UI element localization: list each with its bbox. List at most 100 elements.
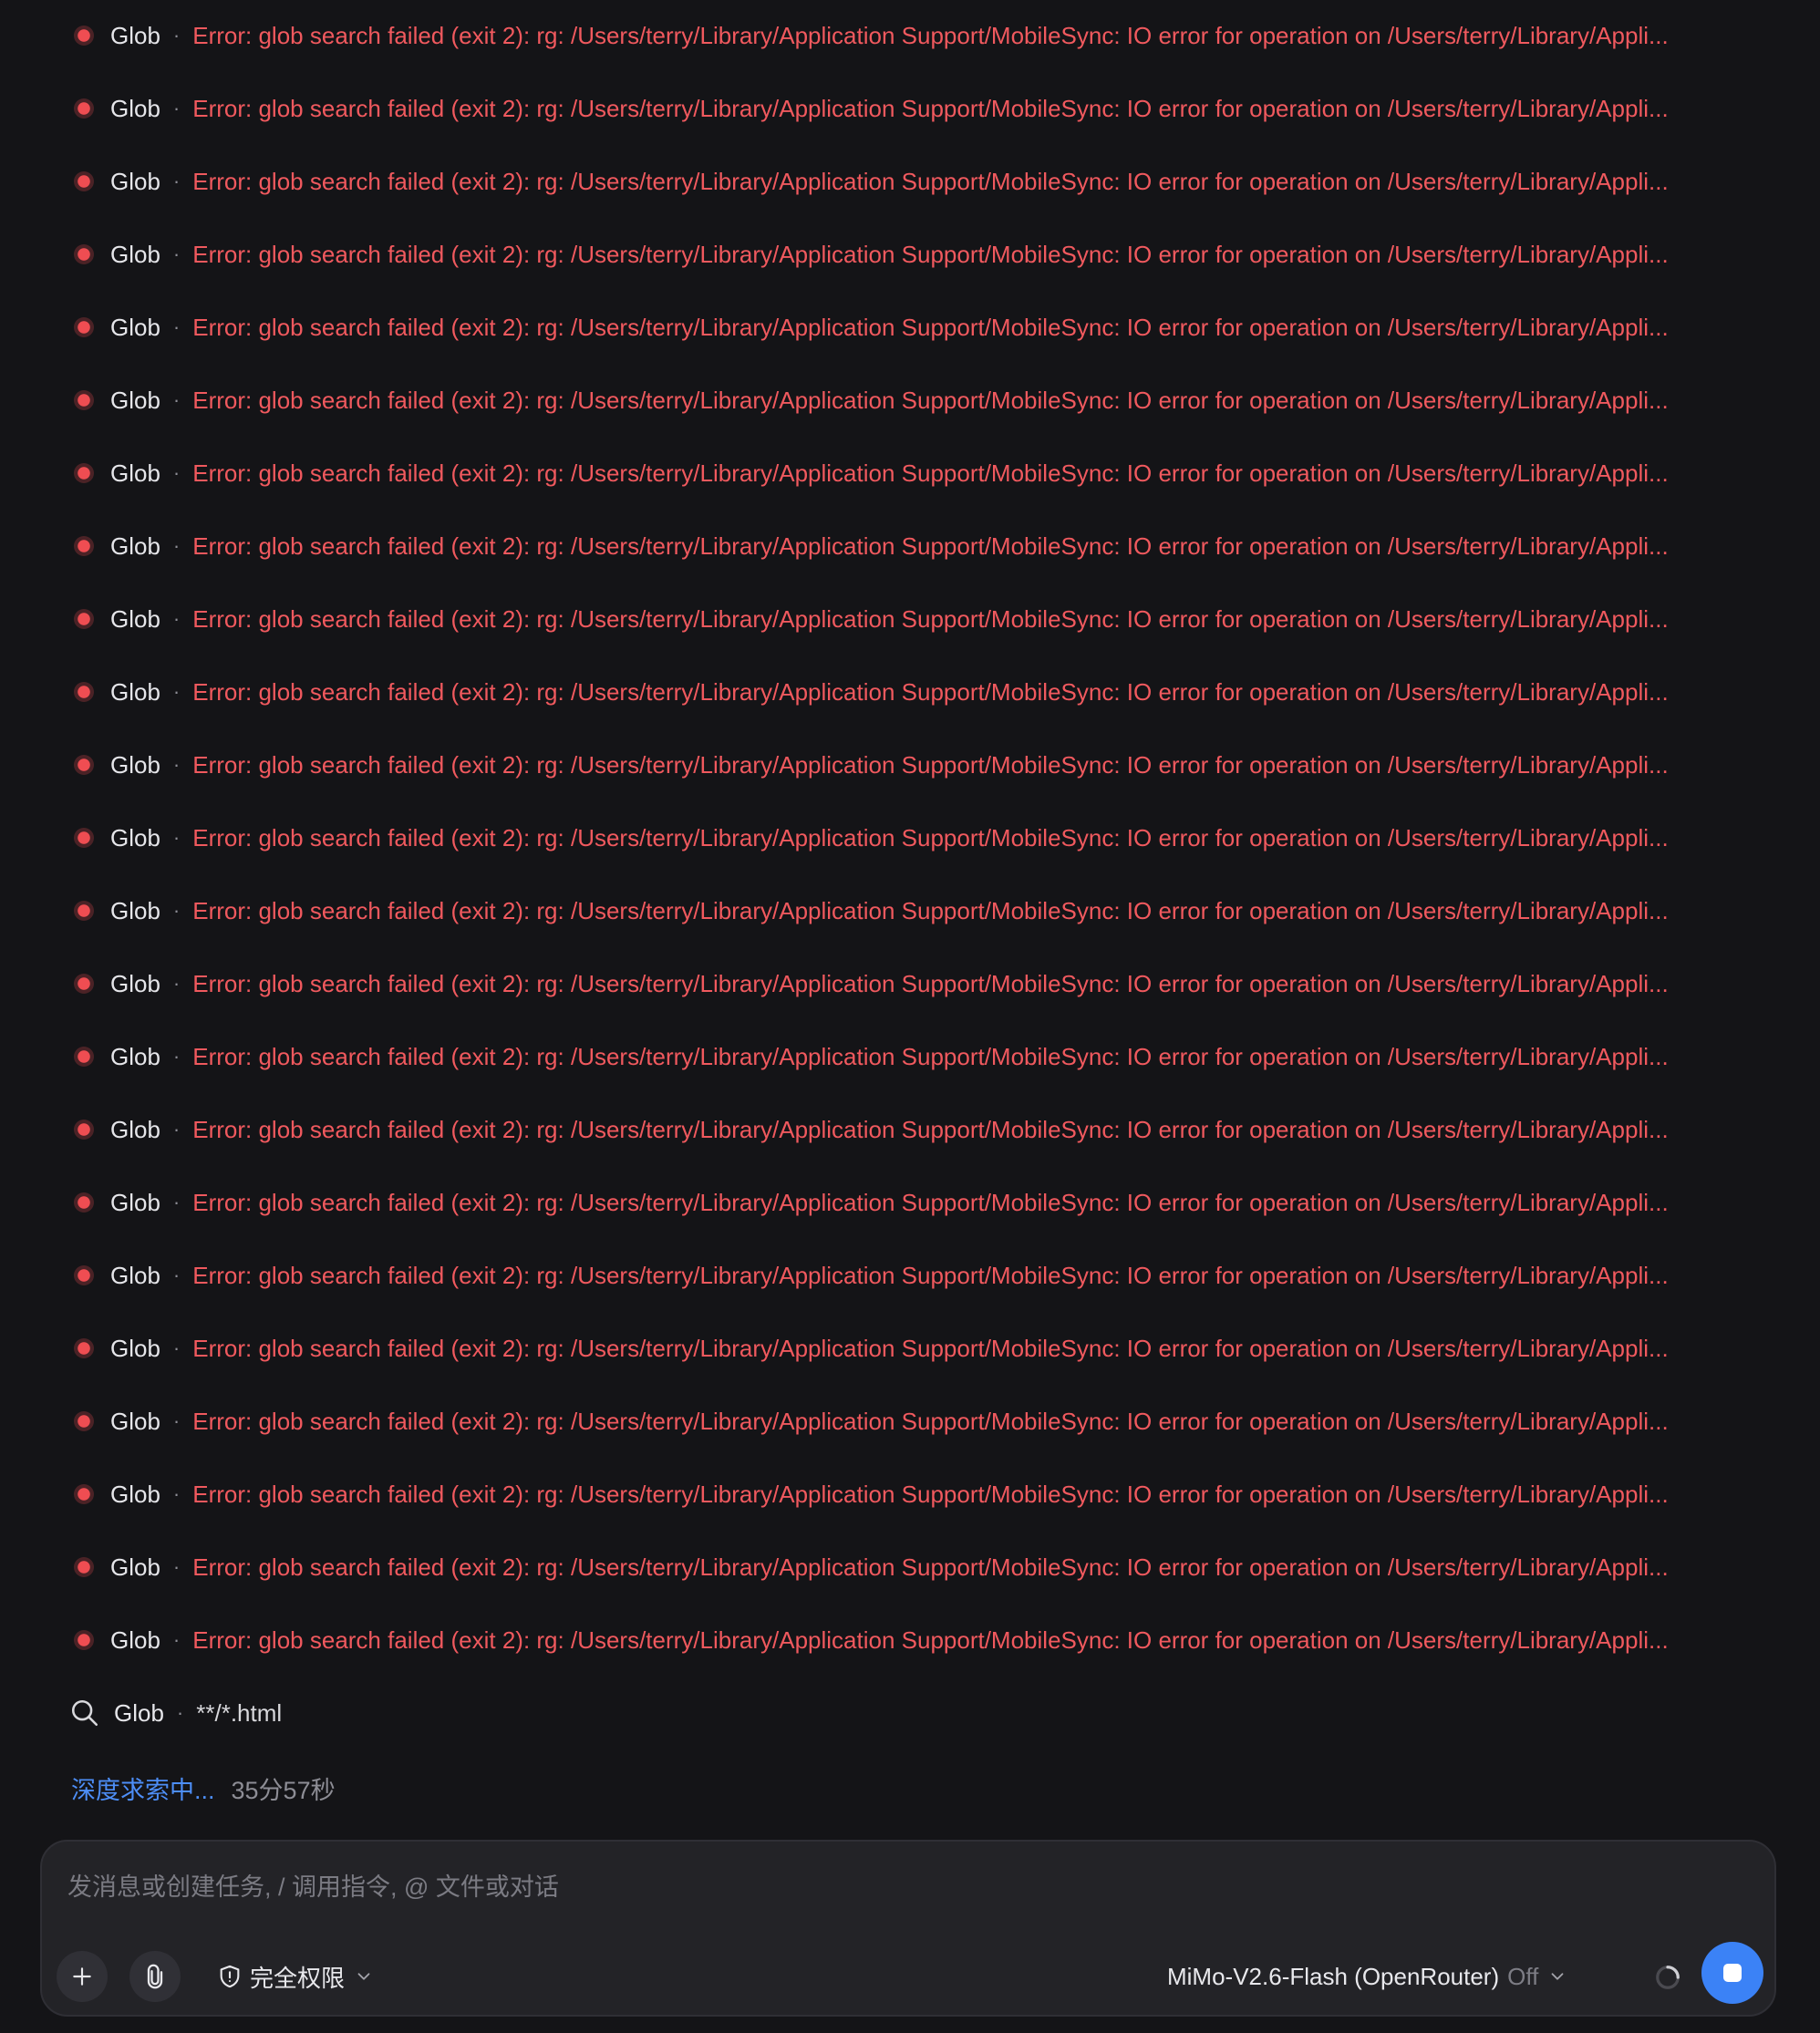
- tool-name: Glob: [110, 167, 160, 195]
- tool-call-error-row[interactable]: Glob · Error: glob search failed (exit 2):…: [67, 377, 1754, 423]
- attach-button[interactable]: [129, 1951, 181, 2002]
- error-message: Error: glob search failed (exit 2): rg: …: [192, 1261, 1669, 1289]
- permission-label: 完全权限: [250, 1964, 346, 1992]
- tool-call-error-row[interactable]: Glob · Error: glob search failed (exit 2):…: [67, 450, 1754, 496]
- model-selector[interactable]: MiMo-V2.6-Flash (OpenRouter) Off: [1167, 1956, 1567, 1997]
- error-dot-icon: [74, 317, 94, 337]
- error-message: Error: glob search failed (exit 2): rg: …: [192, 750, 1669, 779]
- tool-call-error-row[interactable]: Glob · Error: glob search failed (exit 2):…: [67, 232, 1754, 277]
- error-message: Error: glob search failed (exit 2): rg: …: [192, 677, 1669, 706]
- error-message: Error: glob search failed (exit 2): rg: …: [192, 1625, 1669, 1654]
- error-message: Error: glob search failed (exit 2): rg: …: [192, 823, 1669, 851]
- error-message: Error: glob search failed (exit 2): rg: …: [192, 21, 1669, 49]
- separator: ·: [172, 1409, 181, 1432]
- tool-name: Glob: [110, 386, 160, 414]
- tool-call-error-row[interactable]: Glob · Error: glob search failed (exit 2):…: [67, 1398, 1754, 1444]
- tool-call-error-row[interactable]: Glob · Error: glob search failed (exit 2):…: [67, 815, 1754, 861]
- error-dot-icon: [74, 1557, 94, 1577]
- error-dot-icon: [74, 463, 94, 483]
- separator: ·: [172, 1555, 181, 1578]
- error-message: Error: glob search failed (exit 2): rg: …: [192, 1334, 1669, 1362]
- chevron-down-icon: [1551, 1973, 1564, 1980]
- tool-call-error-row[interactable]: Glob · Error: glob search failed (exit 2):…: [67, 1107, 1754, 1152]
- stop-button[interactable]: [1701, 1942, 1763, 2004]
- tool-name: Glob: [110, 1261, 160, 1289]
- separator: ·: [172, 607, 181, 630]
- tool-call-error-row[interactable]: Glob · Error: glob search failed (exit 2):…: [67, 523, 1754, 569]
- separator: ·: [172, 97, 181, 119]
- tool-name: Glob: [110, 677, 160, 706]
- error-message: Error: glob search failed (exit 2): rg: …: [192, 240, 1669, 268]
- tool-call-error-row[interactable]: Glob · Error: glob search failed (exit 2):…: [67, 304, 1754, 350]
- separator: ·: [172, 1482, 181, 1505]
- separator: ·: [172, 24, 181, 46]
- error-message: Error: glob search failed (exit 2): rg: …: [192, 1407, 1669, 1435]
- tool-call-error-row[interactable]: Glob · Error: glob search failed (exit 2):…: [67, 1253, 1754, 1298]
- spinner-icon: [1656, 1966, 1680, 1989]
- separator: ·: [172, 1628, 181, 1651]
- error-message: Error: glob search failed (exit 2): rg: …: [192, 531, 1669, 560]
- tool-call-error-row[interactable]: Glob · Error: glob search failed (exit 2):…: [67, 1180, 1754, 1225]
- tool-name: Glob: [110, 240, 160, 268]
- error-dot-icon: [74, 828, 94, 848]
- tool-call-error-row[interactable]: Glob · Error: glob search failed (exit 2):…: [67, 1471, 1754, 1517]
- permission-selector[interactable]: 完全权限: [217, 1956, 374, 1997]
- error-message: Error: glob search failed (exit 2): rg: …: [192, 1188, 1669, 1216]
- separator: ·: [172, 243, 181, 265]
- error-dot-icon: [74, 171, 94, 191]
- tool-call-error-row[interactable]: Glob · Error: glob search failed (exit 2):…: [67, 1544, 1754, 1590]
- tool-call-running[interactable]: Glob · **/*.html: [69, 1690, 282, 1736]
- error-dot-icon: [74, 244, 94, 264]
- add-button[interactable]: [57, 1951, 108, 2002]
- error-dot-icon: [74, 682, 94, 702]
- tool-name: Glob: [110, 1553, 160, 1581]
- tool-name: Glob: [110, 313, 160, 341]
- tool-call-error-row[interactable]: Glob · Error: glob search failed (exit 2):…: [67, 1326, 1754, 1371]
- reasoning-mode: Off: [1507, 1962, 1539, 1990]
- error-dot-icon: [74, 974, 94, 994]
- error-message: Error: glob search failed (exit 2): rg: …: [192, 1553, 1669, 1581]
- tool-name: Glob: [110, 94, 160, 122]
- separator: ·: [172, 315, 181, 338]
- error-message: Error: glob search failed (exit 2): rg: …: [192, 969, 1669, 997]
- tool-name: Glob: [110, 1407, 160, 1435]
- tool-name: Glob: [114, 1698, 164, 1727]
- error-dot-icon: [74, 1192, 94, 1213]
- tool-call-error-row[interactable]: Glob · Error: glob search failed (exit 2):…: [67, 961, 1754, 1006]
- separator: ·: [172, 753, 181, 776]
- tool-call-error-row[interactable]: Glob · Error: glob search failed (exit 2):…: [67, 159, 1754, 204]
- separator: ·: [172, 534, 181, 557]
- search-icon: [71, 1699, 98, 1727]
- elapsed-time: 35分57秒: [231, 1776, 336, 1804]
- separator: ·: [172, 899, 181, 922]
- error-dot-icon: [74, 1120, 94, 1140]
- error-dot-icon: [74, 390, 94, 410]
- tool-call-error-row[interactable]: Glob · Error: glob search failed (exit 2):…: [67, 742, 1754, 788]
- tool-call-error-row[interactable]: Glob · Error: glob search failed (exit 2):…: [67, 13, 1754, 58]
- message-input[interactable]: [67, 1867, 1745, 1907]
- separator: ·: [172, 170, 181, 192]
- message-composer: 完全权限 MiMo-V2.6-Flash (OpenRouter) Off: [40, 1840, 1776, 2017]
- tool-call-error-row[interactable]: Glob · Error: glob search failed (exit 2):…: [67, 1034, 1754, 1079]
- separator: ·: [172, 461, 181, 484]
- separator: ·: [172, 680, 181, 703]
- tool-call-error-row[interactable]: Glob · Error: glob search failed (exit 2):…: [67, 86, 1754, 131]
- tool-name: Glob: [110, 1625, 160, 1654]
- separator: ·: [172, 1045, 181, 1068]
- error-dot-icon: [74, 901, 94, 921]
- tool-call-error-row[interactable]: Glob · Error: glob search failed (exit 2):…: [67, 888, 1754, 934]
- tool-call-error-row[interactable]: Glob · Error: glob search failed (exit 2):…: [67, 1617, 1754, 1663]
- error-message: Error: glob search failed (exit 2): rg: …: [192, 167, 1669, 195]
- plus-icon: [73, 1967, 91, 1986]
- tool-call-error-row[interactable]: Glob · Error: glob search failed (exit 2):…: [67, 596, 1754, 642]
- error-dot-icon: [74, 536, 94, 556]
- tool-name: Glob: [110, 459, 160, 487]
- separator: ·: [176, 1701, 184, 1724]
- tool-name: Glob: [110, 1042, 160, 1070]
- chevron-down-icon: [357, 1973, 370, 1980]
- thinking-status: 深度求索中... 35分57秒: [71, 1765, 336, 1811]
- error-message: Error: glob search failed (exit 2): rg: …: [192, 604, 1669, 633]
- tool-name: Glob: [110, 21, 160, 49]
- separator: ·: [172, 388, 181, 411]
- tool-call-error-row[interactable]: Glob · Error: glob search failed (exit 2):…: [67, 669, 1754, 715]
